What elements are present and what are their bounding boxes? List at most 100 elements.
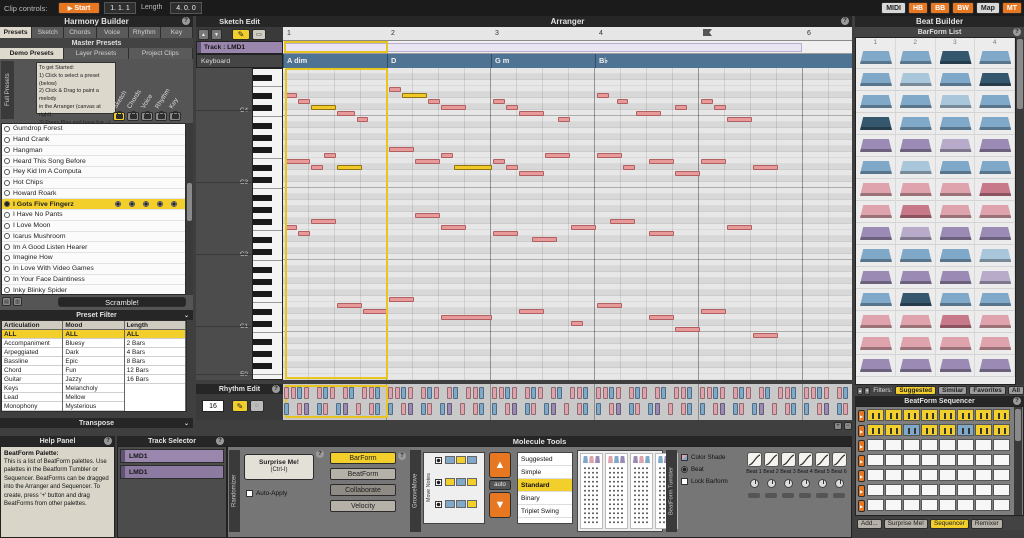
sequencer-cell[interactable] [885, 454, 902, 466]
barform-cell[interactable] [975, 113, 1015, 134]
barform-shape[interactable] [940, 51, 972, 64]
sequencer-cell[interactable] [867, 469, 884, 481]
sequencer-cell[interactable] [903, 484, 920, 496]
filter-item[interactable]: Epic [63, 357, 123, 366]
rhythm-step[interactable] [388, 387, 393, 399]
barform-cell[interactable] [936, 135, 976, 156]
barform-cell[interactable] [896, 223, 936, 244]
sequencer-cell[interactable] [939, 469, 956, 481]
barform-shape[interactable] [860, 359, 892, 372]
sequencer-cell[interactable] [957, 469, 974, 481]
filter-item[interactable]: Chord [2, 366, 62, 375]
groovemove-checkbox[interactable] [435, 457, 442, 464]
barform-cell[interactable] [975, 179, 1015, 200]
barform-cell[interactable] [856, 355, 896, 376]
lock-button-rhythm[interactable] [155, 112, 167, 121]
scramble-button[interactable]: Scramble! [58, 297, 186, 307]
note[interactable] [597, 303, 622, 308]
chord-label[interactable]: D [391, 56, 396, 65]
sequencer-cell[interactable] [867, 409, 884, 421]
rhythm-step[interactable] [434, 387, 439, 399]
beat-dial[interactable] [818, 479, 827, 488]
rhythm-step[interactable] [421, 403, 426, 415]
toggle-mt-button[interactable]: MT [1002, 2, 1022, 14]
rhythm-step[interactable] [356, 403, 361, 415]
note[interactable] [532, 237, 557, 242]
barform-cell[interactable] [856, 135, 896, 156]
barform-cell[interactable] [936, 267, 976, 288]
barform-shape[interactable] [940, 161, 972, 174]
barform-shape[interactable] [940, 205, 972, 218]
scrollbar-thumb[interactable] [187, 183, 192, 221]
filter-item[interactable]: Mellow [63, 393, 123, 402]
layer-enabled-icon[interactable] [129, 201, 135, 207]
rhythm-step[interactable] [447, 403, 452, 415]
note[interactable] [649, 315, 674, 320]
barform-shape[interactable] [940, 183, 972, 196]
barform-list-help-icon[interactable]: ? [1013, 28, 1021, 36]
sequencer-cell[interactable] [921, 454, 938, 466]
barform-cell[interactable] [936, 355, 976, 376]
filter-item[interactable]: Monophony [2, 402, 62, 411]
barform-shape[interactable] [900, 139, 932, 152]
barform-shape[interactable] [940, 359, 972, 372]
tab-chords[interactable]: Chords [64, 27, 96, 38]
note[interactable] [506, 165, 518, 170]
note[interactable] [493, 99, 505, 104]
rhythm-step[interactable] [817, 387, 822, 399]
rhythm-step[interactable] [473, 387, 478, 399]
rhythm-step[interactable] [629, 403, 634, 415]
preset-item[interactable]: Inky Blinky Spider [2, 285, 185, 295]
rhythm-step[interactable] [609, 387, 614, 399]
layer-enabled-icon[interactable] [171, 201, 177, 207]
sequencer-cell[interactable] [921, 409, 938, 421]
rhythm-erase-button[interactable]: ◌ [250, 400, 264, 412]
barform-cell[interactable] [936, 113, 976, 134]
rhythm-step[interactable] [317, 387, 322, 399]
barform-shape[interactable] [940, 315, 972, 328]
rhythm-step[interactable] [479, 387, 484, 399]
note[interactable] [701, 309, 726, 314]
barform-shape[interactable] [940, 117, 972, 130]
note[interactable] [727, 117, 752, 122]
sequencer-cell[interactable] [885, 439, 902, 451]
rhythm-step[interactable] [473, 403, 478, 415]
tab-key[interactable]: Key [161, 27, 193, 38]
barform-cell[interactable] [936, 201, 976, 222]
preset-radio[interactable] [4, 169, 10, 175]
rhythm-step[interactable] [323, 403, 328, 415]
barform-cell[interactable] [896, 355, 936, 376]
layer-enabled-icon[interactable] [157, 201, 163, 207]
rhythm-step[interactable] [284, 403, 289, 415]
preset-item[interactable]: Icarus Mushroom [2, 232, 185, 243]
beat-widget[interactable]: Beat 6 [831, 452, 847, 498]
barform-shape[interactable] [979, 249, 1011, 262]
note[interactable] [727, 225, 752, 230]
lock-button-chords[interactable] [127, 112, 139, 121]
filter-item[interactable]: Accompaniment [2, 339, 62, 348]
preset-item[interactable]: In Your Face Daintiness [2, 275, 185, 286]
groovemove-row[interactable] [435, 500, 478, 508]
rhythm-step[interactable] [349, 387, 354, 399]
sequencer-cell[interactable] [867, 499, 884, 511]
zoom-out-button[interactable]: − [844, 422, 852, 430]
barform-cell[interactable] [975, 311, 1015, 332]
beat-slider-icon[interactable] [748, 493, 760, 498]
preset-radio[interactable] [4, 147, 10, 153]
beat-curve-box[interactable] [798, 452, 813, 467]
note[interactable] [623, 165, 635, 170]
subtab-demo-presets[interactable]: Demo Presets [0, 48, 64, 59]
filter-item[interactable]: Melancholy [63, 384, 123, 393]
preset-radio[interactable] [4, 190, 10, 196]
row-play-icon[interactable]: ▶ [858, 485, 865, 497]
rhythm-step[interactable] [369, 387, 374, 399]
barform-shape[interactable] [979, 293, 1011, 306]
rhythm-step[interactable] [752, 403, 757, 415]
preset-item[interactable]: Hangman [2, 146, 185, 157]
lock-button-key[interactable] [169, 112, 181, 121]
beat-curve-box[interactable] [781, 452, 796, 467]
filter-item[interactable]: Fun [63, 366, 123, 375]
barform-cell[interactable] [936, 179, 976, 200]
rhythm-step[interactable] [837, 403, 842, 415]
barform-cell[interactable] [856, 289, 896, 310]
